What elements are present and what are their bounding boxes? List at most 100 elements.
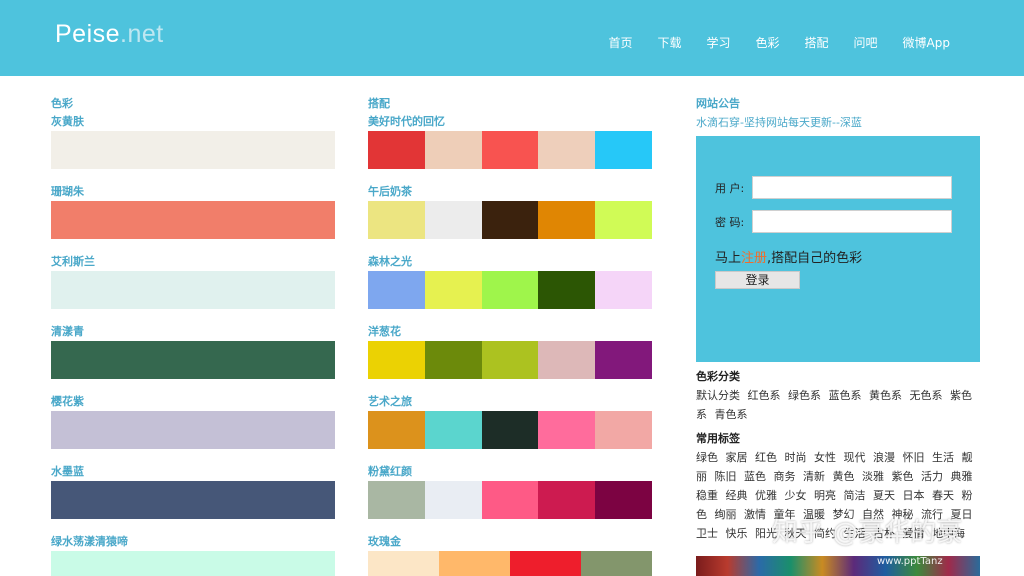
scheme-palette[interactable] xyxy=(368,201,652,239)
color-swatch[interactable] xyxy=(51,131,335,169)
scheme-name-link[interactable]: 艺术之旅 xyxy=(368,395,652,409)
tag-link[interactable]: 优雅 xyxy=(755,489,777,502)
nav-home[interactable]: 首页 xyxy=(608,36,632,50)
tag-link[interactable]: 激情 xyxy=(744,508,766,521)
tag-link[interactable]: 淡雅 xyxy=(862,470,884,483)
palette-swatch xyxy=(538,131,596,169)
category-link[interactable]: 红色系 xyxy=(748,389,781,402)
color-name-link[interactable]: 绿水荡漾清猿啼 xyxy=(51,535,335,549)
scheme-item: 粉黛红颜 xyxy=(368,465,652,531)
tag-link[interactable]: 陈旧 xyxy=(715,470,737,483)
tag-link[interactable]: 家居 xyxy=(726,451,748,464)
tag-link[interactable]: 绚丽 xyxy=(715,508,737,521)
login-button[interactable]: 登录 xyxy=(715,271,800,289)
notice-title: 网站公告 xyxy=(696,97,740,110)
scheme-palette[interactable] xyxy=(368,131,652,169)
color-swatch[interactable] xyxy=(51,341,335,379)
color-swatch[interactable] xyxy=(51,551,335,576)
tag-link[interactable]: 春天 xyxy=(932,489,954,502)
color-swatch[interactable] xyxy=(51,481,335,519)
scheme-palette[interactable] xyxy=(368,551,652,576)
color-name-link[interactable]: 珊瑚朱 xyxy=(51,185,335,199)
tag-link[interactable]: 明亮 xyxy=(814,489,836,502)
color-item: 清漾青 xyxy=(51,325,335,391)
password-input[interactable] xyxy=(752,210,952,233)
notice-link[interactable]: 水滴石穿-坚持网站每天更新--深蓝 xyxy=(696,116,980,130)
site-header: Peise.net 首页 下载 学习 色彩 搭配 问吧 微博App xyxy=(0,0,1024,76)
color-name-link[interactable]: 艾利斯兰 xyxy=(51,255,335,269)
scheme-name-link[interactable]: 森林之光 xyxy=(368,255,652,269)
color-name-link[interactable]: 樱花紫 xyxy=(51,395,335,409)
tag-link[interactable]: 简洁 xyxy=(844,489,866,502)
tag-link[interactable]: 少女 xyxy=(785,489,807,502)
category-link[interactable]: 默认分类 xyxy=(696,389,740,402)
palette-swatch xyxy=(368,551,439,576)
tag-link[interactable]: 蓝色 xyxy=(744,470,766,483)
palette-swatch xyxy=(595,201,652,239)
scheme-name-link[interactable]: 洋葱花 xyxy=(368,325,652,339)
tag-link[interactable]: 浪漫 xyxy=(873,451,895,464)
scheme-item: 玫瑰金 xyxy=(368,535,652,576)
tag-link[interactable]: 活力 xyxy=(921,470,943,483)
color-item: 绿水荡漾清猿啼 xyxy=(51,535,335,576)
nav-schemes[interactable]: 搭配 xyxy=(805,36,829,50)
tag-link[interactable]: 夏天 xyxy=(873,489,895,502)
scheme-palette[interactable] xyxy=(368,481,652,519)
scheme-name-link[interactable]: 玫瑰金 xyxy=(368,535,652,549)
site-logo[interactable]: Peise.net xyxy=(55,20,164,49)
tags-title: 常用标签 xyxy=(696,432,740,445)
colors-section-title: 色彩 xyxy=(51,97,73,110)
tag-link[interactable]: 黄色 xyxy=(833,470,855,483)
palette-swatch xyxy=(481,201,539,239)
tag-link[interactable]: 红色 xyxy=(755,451,777,464)
tag-link[interactable]: 时尚 xyxy=(785,451,807,464)
tag-link[interactable]: 经典 xyxy=(726,489,748,502)
register-line: 马上注册,搭配自己的色彩 xyxy=(715,247,862,266)
nav-learn[interactable]: 学习 xyxy=(706,36,730,50)
nav-ask[interactable]: 问吧 xyxy=(854,36,878,50)
color-swatch[interactable] xyxy=(51,271,335,309)
nav-download[interactable]: 下载 xyxy=(657,36,681,50)
nav-weibo-app[interactable]: 微博App xyxy=(903,36,950,50)
color-name-link[interactable]: 灰黄肤 xyxy=(51,115,335,129)
register-prefix: 马上 xyxy=(715,251,742,266)
color-swatch[interactable] xyxy=(51,411,335,449)
tag-link[interactable]: 紫色 xyxy=(892,470,914,483)
scheme-name-link[interactable]: 粉黛红颜 xyxy=(368,465,652,479)
tag-link[interactable]: 绿色 xyxy=(696,451,718,464)
colors-list: 灰黄肤珊瑚朱艾利斯兰清漾青樱花紫水墨蓝绿水荡漾清猿啼 xyxy=(51,115,335,576)
scheme-name-link[interactable]: 午后奶茶 xyxy=(368,185,652,199)
color-swatch[interactable] xyxy=(51,201,335,239)
palette-swatch xyxy=(538,341,596,379)
category-link[interactable]: 蓝色系 xyxy=(829,389,862,402)
tag-link[interactable]: 商务 xyxy=(774,470,796,483)
scheme-palette[interactable] xyxy=(368,341,652,379)
tag-link[interactable]: 怀旧 xyxy=(903,451,925,464)
tag-link[interactable]: 快乐 xyxy=(726,527,748,540)
tag-link[interactable]: 生活 xyxy=(932,451,954,464)
palette-swatch xyxy=(368,271,425,309)
tag-link[interactable]: 日本 xyxy=(903,489,925,502)
category-link[interactable]: 绿色系 xyxy=(788,389,821,402)
schemes-list: 美好时代的回忆 午后奶茶森林之光洋葱花艺术之旅粉黛红颜玫瑰金 xyxy=(368,115,652,576)
color-item: 珊瑚朱 xyxy=(51,185,335,251)
category-link[interactable]: 青色系 xyxy=(715,408,748,421)
category-link[interactable]: 无色系 xyxy=(910,389,943,402)
tag-link[interactable]: 卫士 xyxy=(696,527,718,540)
nav-colors[interactable]: 色彩 xyxy=(756,36,780,50)
tag-link[interactable]: 女性 xyxy=(814,451,836,464)
tag-link[interactable]: 清新 xyxy=(803,470,825,483)
scheme-palette[interactable] xyxy=(368,271,652,309)
color-name-link[interactable]: 清漾青 xyxy=(51,325,335,339)
category-link[interactable]: 黄色系 xyxy=(869,389,902,402)
tag-link[interactable]: 典雅 xyxy=(951,470,973,483)
login-box: 用 户: 密 码: 马上注册,搭配自己的色彩 登录 xyxy=(696,136,980,362)
palette-swatch xyxy=(481,411,539,449)
color-name-link[interactable]: 水墨蓝 xyxy=(51,465,335,479)
username-input[interactable] xyxy=(752,176,952,199)
tag-link[interactable]: 稳重 xyxy=(696,489,718,502)
tag-link[interactable]: 现代 xyxy=(844,451,866,464)
scheme-palette[interactable] xyxy=(368,411,652,449)
register-link[interactable]: 注册 xyxy=(741,251,767,266)
scheme-name-link[interactable]: 美好时代的回忆 xyxy=(368,115,652,129)
